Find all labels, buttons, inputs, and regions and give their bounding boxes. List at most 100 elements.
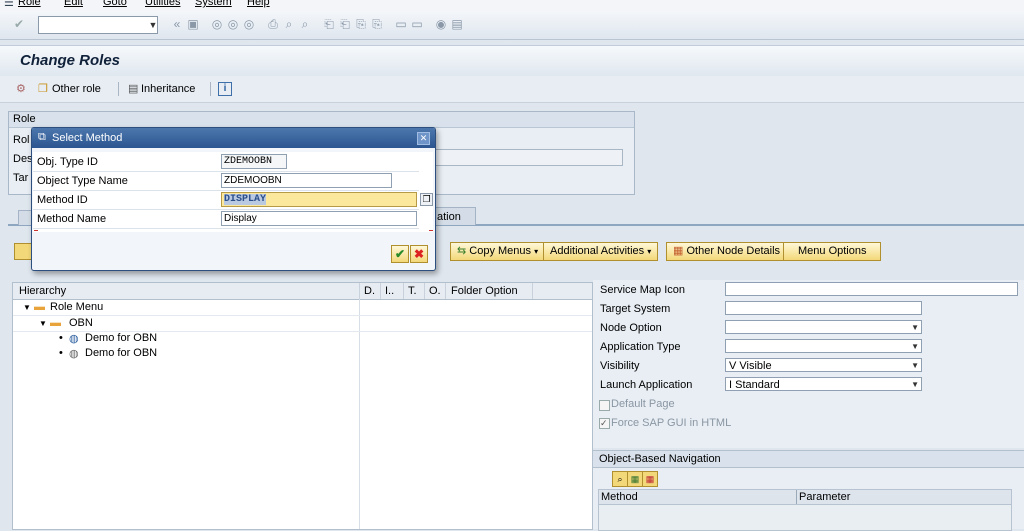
visibility-value: V Visible [729,360,772,372]
back-arrows-icon[interactable]: « [170,17,184,31]
obn-search-icon[interactable]: ⌕ [612,471,628,487]
obn-header: Object-Based Navigation [593,451,1024,468]
tree-row[interactable]: ▼ ▬ OBN [13,316,592,332]
role-menu-button[interactable] [14,243,32,260]
dialog-title: Select Method [52,132,123,144]
obn-add-icon[interactable]: ▦ [627,471,643,487]
new-session-icon[interactable]: ▭ [394,17,408,31]
command-field[interactable] [38,16,158,34]
standard-toolbar: ✔ ▼ « ▣ ◎ ◎ ◎ ⎙ ⌕ ⌕ ⎗ ⎗ ⎘ ⎘ ▭ ▭ ◉ ▤ [0,11,1024,40]
tree-row[interactable]: • ◍ Demo for OBN [13,346,592,361]
obn-node-icon: ◍ [69,333,79,345]
divider [359,283,360,299]
next-page-icon[interactable]: ⎘ [354,17,368,31]
inheritance-button[interactable]: Inheritance [141,82,195,96]
obn-table: Method Parameter [598,489,1012,531]
divider [532,283,533,299]
exit-icon[interactable]: ◎ [226,17,240,31]
close-icon[interactable]: ✕ [417,132,430,145]
hierarchy-header: Hierarchy D. I.. T. O. Folder Option [13,283,592,300]
form-row: Method Name Display [33,209,419,229]
target-system-input[interactable] [725,301,922,315]
value-help-icon[interactable]: ❐ [420,193,433,206]
column-parameter[interactable]: Parameter [799,491,850,503]
prev-page-icon[interactable]: ⎗ [338,17,352,31]
tree-row[interactable]: • ◍ Demo for OBN [13,331,592,346]
menu-options-button[interactable]: Menu Options [783,242,882,261]
node-details-panel: Service Map Icon Target System Node Opti… [593,280,1024,448]
dialog-window-icon: ⧉ [38,131,46,143]
obj-type-name-field[interactable]: ZDEMOOBN [221,173,392,188]
corner-mark [429,230,433,231]
tab-menu-label: ation [437,211,461,223]
info-icon[interactable]: i [218,82,232,96]
column-i[interactable]: I.. [385,285,394,297]
divider [403,283,404,299]
service-map-icon-input[interactable] [725,282,1018,296]
other-node-details-button[interactable]: ▦ Other Node Details [666,242,788,261]
obn-node-icon: ◍ [69,348,79,360]
enter-icon[interactable]: ✔ [12,17,26,31]
bullet-icon: • [59,332,63,344]
tab-menu[interactable]: ation [432,207,476,225]
help-icon[interactable]: ◉ [434,17,448,31]
title-bar: Change Roles [0,45,1024,76]
column-method[interactable]: Method [601,491,638,503]
column-hierarchy[interactable]: Hierarchy [19,285,66,297]
other-role-icon[interactable]: ❐ [38,82,48,96]
visibility-select[interactable]: V Visible ▼ [725,358,922,372]
shortcut-icon[interactable]: ▭ [410,17,424,31]
menu-role[interactable]: Role [18,0,41,8]
other-role-button[interactable]: Other role [52,82,101,96]
cancel-button[interactable]: ✖ [410,245,428,263]
tree-row[interactable]: ▼ ▬ Role Menu [13,300,592,316]
node-option-select[interactable]: ▼ [725,320,922,334]
default-page-checkbox[interactable] [599,400,610,411]
description-field [429,149,623,166]
application-type-select[interactable]: ▼ [725,339,922,353]
menu-goto[interactable]: Goto [103,0,127,8]
expand-icon[interactable]: ▼ [23,303,31,312]
display-change-icon[interactable]: ⚙ [16,82,26,96]
last-page-icon[interactable]: ⎘ [370,17,384,31]
dropdown-icon: ▼ [911,380,919,389]
dropdown-icon: ▼ [911,342,919,351]
first-page-icon[interactable]: ⎗ [322,17,336,31]
separator [118,82,119,96]
find-next-icon[interactable]: ⌕ [298,17,312,31]
application-type-label: Application Type [600,341,681,353]
menu-edit[interactable]: Edit [64,0,83,8]
target-system-label: Target System [600,303,671,315]
launch-application-select[interactable]: I Standard ▼ [725,377,922,391]
inheritance-icon[interactable]: ▤ [128,82,138,96]
column-o[interactable]: O. [429,285,441,297]
menu-icon[interactable]: ☰ [4,0,14,9]
column-t[interactable]: T. [408,285,417,297]
confirm-button[interactable]: ✔ [391,245,409,263]
method-name-field[interactable]: Display [221,211,417,226]
column-d[interactable]: D. [364,285,375,297]
find-icon[interactable]: ⌕ [282,17,296,31]
force-sap-gui-checkbox[interactable]: ✓ [599,418,610,429]
obn-delete-icon[interactable]: ▦ [642,471,658,487]
obj-type-name-label: Object Type Name [37,175,128,187]
expand-icon[interactable]: ▼ [39,319,47,328]
back-icon[interactable]: ◎ [210,17,224,31]
command-dropdown-icon[interactable]: ▼ [146,16,160,34]
cancel-icon[interactable]: ◎ [242,17,256,31]
role-label: Rol [13,134,30,146]
layout-icon[interactable]: ▤ [450,17,464,31]
method-id-field[interactable]: DISPLAY [221,192,417,207]
node-option-label: Node Option [600,322,662,334]
bullet-icon: • [59,347,63,359]
menu-help[interactable]: Help [247,0,270,8]
menu-utilities[interactable]: Utilities [145,0,180,8]
save-icon[interactable]: ▣ [186,17,200,31]
column-folder-option[interactable]: Folder Option [451,285,518,297]
additional-activities-button[interactable]: Additional Activities ▾ [543,242,659,261]
menu-system[interactable]: System [195,0,232,8]
copy-menus-button[interactable]: ⇆ Copy Menus ▾ [450,242,546,261]
print-icon[interactable]: ⎙ [266,17,280,31]
form-row: Method ID DISPLAY ❐ [33,190,433,210]
obj-type-id-field: ZDEMOOBN [221,154,287,169]
